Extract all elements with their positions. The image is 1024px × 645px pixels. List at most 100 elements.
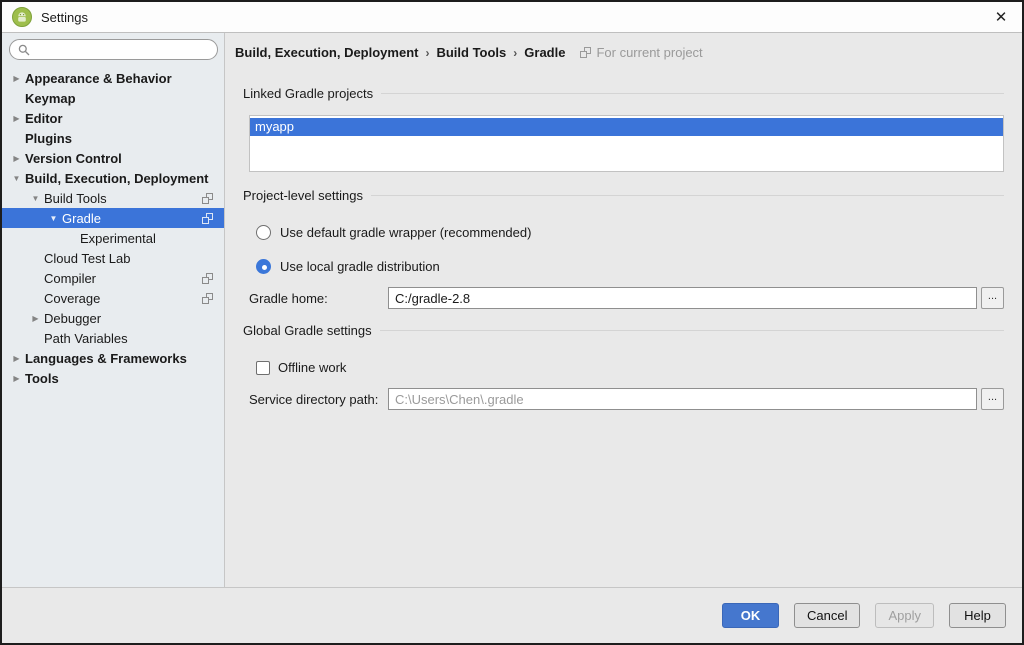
- sidebar-item-label: Version Control: [25, 151, 122, 166]
- breadcrumb-part-build-execution-deployment[interactable]: Build, Execution, Deployment: [235, 45, 418, 60]
- service-directory-label: Service directory path:: [243, 392, 388, 407]
- service-directory-input[interactable]: [388, 388, 977, 410]
- offline-work-checkbox[interactable]: [256, 361, 270, 375]
- chevron-expanded-icon[interactable]: ▼: [29, 194, 42, 203]
- sidebar-item-label: Path Variables: [44, 331, 128, 346]
- sidebar-item-label: Build, Execution, Deployment: [25, 171, 208, 186]
- section-rule: [381, 93, 1004, 94]
- cancel-button[interactable]: Cancel: [794, 603, 860, 628]
- per-project-copy-icon: [202, 293, 213, 304]
- search-input[interactable]: [9, 39, 218, 60]
- settings-sidebar: ▶Appearance & BehaviorKeymap▶EditorPlugi…: [2, 33, 225, 587]
- gradle-home-input[interactable]: [388, 287, 977, 309]
- scope-label: For current project: [596, 45, 702, 60]
- section-global-gradle-settings: Global Gradle settings: [243, 323, 1004, 338]
- android-studio-icon: [12, 7, 32, 27]
- sidebar-item-appearance-behavior[interactable]: ▶Appearance & Behavior: [2, 68, 224, 88]
- sidebar-item-editor[interactable]: ▶Editor: [2, 108, 224, 128]
- sidebar-item-label: Gradle: [62, 211, 101, 226]
- per-project-copy-icon: [202, 193, 213, 204]
- breadcrumb-part-build-tools[interactable]: Build Tools: [436, 45, 506, 60]
- settings-window: Settings ✕ ▶Appearance & BehaviorKeymap▶…: [0, 0, 1024, 645]
- radio-button[interactable]: [256, 225, 271, 240]
- chevron-collapsed-icon[interactable]: ▶: [29, 314, 42, 323]
- content-area: ▶Appearance & BehaviorKeymap▶EditorPlugi…: [2, 33, 1022, 587]
- sidebar-item-label: Debugger: [44, 311, 101, 326]
- gradle-distribution-radio-group: Use default gradle wrapper (recommended)…: [243, 225, 1004, 274]
- chevron-expanded-icon[interactable]: ▼: [10, 174, 23, 183]
- radio-label[interactable]: Use default gradle wrapper (recommended): [280, 225, 531, 240]
- sidebar-item-tools[interactable]: ▶Tools: [2, 368, 224, 388]
- sidebar-item-label: Experimental: [80, 231, 156, 246]
- sidebar-item-label: Tools: [25, 371, 59, 386]
- window-title: Settings: [41, 10, 88, 25]
- linked-project-myapp[interactable]: myapp: [250, 118, 1003, 136]
- section-linked-gradle-projects: Linked Gradle projects: [243, 86, 1004, 101]
- sidebar-item-label: Keymap: [25, 91, 76, 106]
- sidebar-item-label: Compiler: [44, 271, 96, 286]
- service-directory-browse-button[interactable]: ...: [981, 388, 1004, 410]
- radio-row-use-local-gradle-distribution: Use local gradle distribution: [256, 259, 1004, 274]
- gradle-settings-panel: Build, Execution, Deployment › Build Tools…: [225, 33, 1022, 587]
- search-icon: [18, 44, 30, 56]
- title-bar: Settings ✕: [2, 2, 1022, 33]
- breadcrumb: Build, Execution, Deployment › Build Tools…: [235, 45, 1004, 60]
- offline-work-label: Offline work: [278, 360, 346, 375]
- sidebar-item-languages-frameworks[interactable]: ▶Languages & Frameworks: [2, 348, 224, 368]
- sidebar-item-label: Editor: [25, 111, 63, 126]
- sidebar-item-cloud-test-lab[interactable]: Cloud Test Lab: [2, 248, 224, 268]
- sidebar-item-plugins[interactable]: Plugins: [2, 128, 224, 148]
- sidebar-item-label: Plugins: [25, 131, 72, 146]
- for-current-project-scope: For current project: [580, 45, 702, 60]
- sidebar-item-keymap[interactable]: Keymap: [2, 88, 224, 108]
- gradle-home-label: Gradle home:: [243, 291, 388, 306]
- per-project-copy-icon: [202, 273, 213, 284]
- sidebar-item-coverage[interactable]: Coverage: [2, 288, 224, 308]
- sidebar-item-label: Coverage: [44, 291, 100, 306]
- sidebar-item-path-variables[interactable]: Path Variables: [2, 328, 224, 348]
- sidebar-item-build-tools[interactable]: ▼Build Tools: [2, 188, 224, 208]
- gradle-home-row: Gradle home: ...: [243, 287, 1004, 309]
- sidebar-item-compiler[interactable]: Compiler: [2, 268, 224, 288]
- section-rule: [380, 330, 1004, 331]
- linked-projects-list[interactable]: myapp: [249, 115, 1004, 172]
- sidebar-item-debugger[interactable]: ▶Debugger: [2, 308, 224, 328]
- breadcrumb-part-gradle[interactable]: Gradle: [524, 45, 565, 60]
- section-title: Project-level settings: [243, 188, 363, 203]
- chevron-collapsed-icon[interactable]: ▶: [10, 374, 23, 383]
- breadcrumb-separator: ›: [425, 46, 429, 60]
- chevron-collapsed-icon[interactable]: ▶: [10, 114, 23, 123]
- sidebar-item-gradle[interactable]: ▼Gradle: [2, 208, 224, 228]
- apply-button: Apply: [875, 603, 934, 628]
- close-icon[interactable]: ✕: [990, 6, 1012, 28]
- sidebar-item-label: Languages & Frameworks: [25, 351, 187, 366]
- chevron-collapsed-icon[interactable]: ▶: [10, 74, 23, 83]
- chevron-collapsed-icon[interactable]: ▶: [10, 354, 23, 363]
- service-directory-row: Service directory path: ...: [243, 388, 1004, 410]
- radio-row-use-default-gradle-wrapper-rec: Use default gradle wrapper (recommended): [256, 225, 1004, 240]
- search-field[interactable]: [35, 43, 209, 57]
- sidebar-item-build-execution-deployment[interactable]: ▼Build, Execution, Deployment: [2, 168, 224, 188]
- sidebar-item-version-control[interactable]: ▶Version Control: [2, 148, 224, 168]
- sidebar-item-experimental[interactable]: Experimental: [2, 228, 224, 248]
- section-title: Global Gradle settings: [243, 323, 372, 338]
- radio-label[interactable]: Use local gradle distribution: [280, 259, 440, 274]
- radio-button[interactable]: [256, 259, 271, 274]
- help-button[interactable]: Help: [949, 603, 1006, 628]
- dialog-button-bar: OK Cancel Apply Help: [2, 587, 1022, 643]
- sidebar-item-label: Cloud Test Lab: [44, 251, 131, 266]
- breadcrumb-separator: ›: [513, 46, 517, 60]
- settings-tree: ▶Appearance & BehaviorKeymap▶EditorPlugi…: [2, 68, 224, 388]
- per-project-copy-icon: [580, 47, 591, 58]
- chevron-collapsed-icon[interactable]: ▶: [10, 154, 23, 163]
- section-title: Linked Gradle projects: [243, 86, 373, 101]
- chevron-expanded-icon[interactable]: ▼: [47, 214, 60, 223]
- sidebar-item-label: Appearance & Behavior: [25, 71, 172, 86]
- ok-button[interactable]: OK: [722, 603, 779, 628]
- sidebar-item-label: Build Tools: [44, 191, 107, 206]
- per-project-copy-icon: [202, 213, 213, 224]
- offline-work-row: Offline work: [256, 360, 1004, 375]
- section-rule: [371, 195, 1004, 196]
- gradle-home-browse-button[interactable]: ...: [981, 287, 1004, 309]
- section-project-level-settings: Project-level settings: [243, 188, 1004, 203]
